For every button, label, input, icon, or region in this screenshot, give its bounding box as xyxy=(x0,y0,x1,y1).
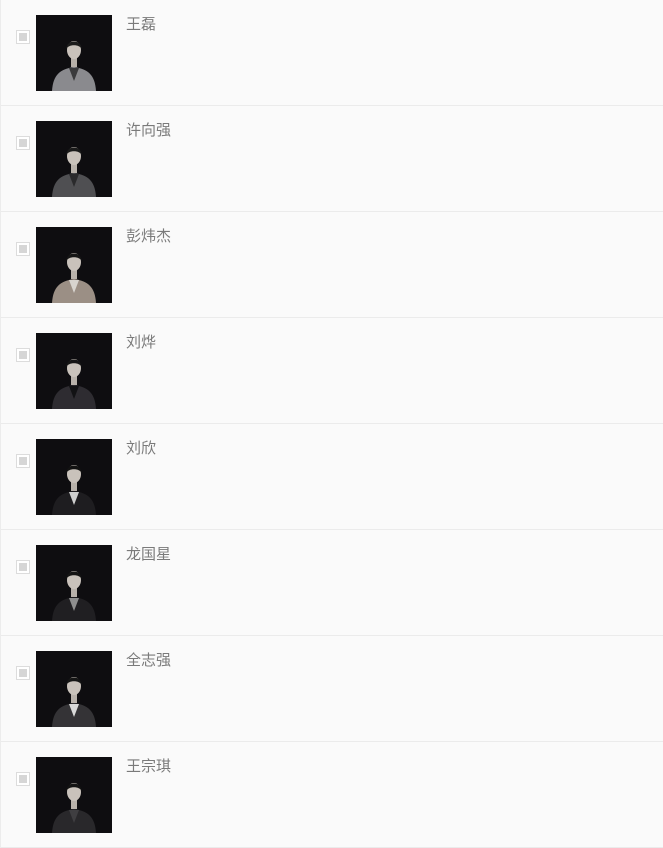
row-checkbox[interactable] xyxy=(16,136,30,150)
list-item[interactable]: 全志强 xyxy=(1,636,663,742)
list-item[interactable]: 王磊 xyxy=(1,0,663,106)
portrait-photo xyxy=(36,651,112,727)
portrait-figure xyxy=(36,439,112,515)
portrait-photo xyxy=(36,15,112,91)
portrait-photo xyxy=(36,439,112,515)
portrait-figure xyxy=(36,227,112,303)
list-item[interactable]: 王宗琪 xyxy=(1,742,663,848)
portrait-figure xyxy=(36,757,112,833)
row-checkbox[interactable] xyxy=(16,666,30,680)
list-item[interactable]: 刘欣 xyxy=(1,424,663,530)
list-item[interactable]: 刘烨 xyxy=(1,318,663,424)
portrait-figure xyxy=(36,545,112,621)
portrait-figure xyxy=(36,651,112,727)
person-name: 刘烨 xyxy=(126,333,157,351)
row-checkbox[interactable] xyxy=(16,348,30,362)
row-checkbox[interactable] xyxy=(16,242,30,256)
person-name: 全志强 xyxy=(126,651,172,669)
portrait-photo xyxy=(36,757,112,833)
row-checkbox[interactable] xyxy=(16,560,30,574)
portrait-photo xyxy=(36,333,112,409)
person-name: 龙国星 xyxy=(126,545,172,563)
list-item[interactable]: 彭炜杰 xyxy=(1,212,663,318)
portrait-figure xyxy=(36,15,112,91)
person-name: 王宗琪 xyxy=(126,757,172,775)
portrait-figure xyxy=(36,121,112,197)
person-name: 许向强 xyxy=(126,121,172,139)
portrait-figure xyxy=(36,333,112,409)
people-list: 王磊许向强彭炜杰刘烨刘欣龙国星全志强王宗琪 xyxy=(0,0,663,848)
person-name: 王磊 xyxy=(126,15,157,33)
person-name: 刘欣 xyxy=(126,439,157,457)
row-checkbox[interactable] xyxy=(16,454,30,468)
row-checkbox[interactable] xyxy=(16,772,30,786)
list-item[interactable]: 许向强 xyxy=(1,106,663,212)
portrait-photo xyxy=(36,227,112,303)
person-name: 彭炜杰 xyxy=(126,227,172,245)
list-item[interactable]: 龙国星 xyxy=(1,530,663,636)
row-checkbox[interactable] xyxy=(16,30,30,44)
portrait-photo xyxy=(36,121,112,197)
portrait-photo xyxy=(36,545,112,621)
